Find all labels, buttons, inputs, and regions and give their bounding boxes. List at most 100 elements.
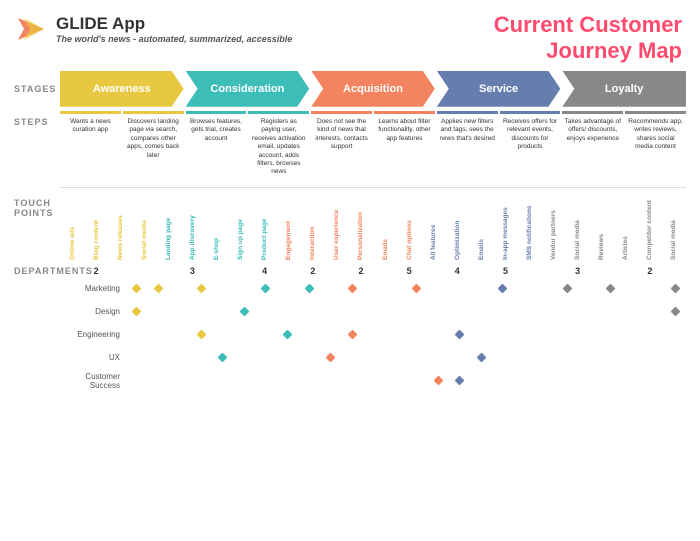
dept-count-20 <box>542 266 566 276</box>
dot-cell-1-10 <box>341 308 363 315</box>
dot-cell-2-22 <box>600 331 622 338</box>
dot-cell-1-16 <box>471 308 493 315</box>
touch-label-20: Vendor partners <box>550 192 557 260</box>
dot-cell-2-23 <box>621 331 643 338</box>
dot-cell-1-1 <box>148 308 170 315</box>
touch-item-4: Landing page <box>156 192 180 260</box>
dot-cell-4-17 <box>492 377 514 384</box>
steps-label: STEPS <box>14 111 60 127</box>
dot-cell-2-8 <box>298 331 320 338</box>
dot-0-0 <box>132 284 142 294</box>
dot-cell-1-6 <box>255 308 277 315</box>
touch-item-14: Chat options <box>397 192 421 260</box>
steps-row: STEPS Wants a news curation appDiscovers… <box>14 111 686 181</box>
touch-label-19: SMS notifications <box>526 192 533 260</box>
dot-cell-2-17 <box>492 331 514 338</box>
touch-item-10: Interaction <box>301 192 325 260</box>
dept-row-4: Customer Success <box>60 370 686 392</box>
touch-label-25: Social media <box>670 192 677 260</box>
dot-cell-0-24 <box>643 285 665 292</box>
dot-cell-3-5 <box>234 354 256 361</box>
dot-cell-4-22 <box>600 377 622 384</box>
touch-item-9: Engagement <box>277 192 301 260</box>
dot-cell-1-25 <box>664 308 686 315</box>
dot-cell-1-11 <box>363 308 385 315</box>
dot-cell-4-2 <box>169 377 191 384</box>
touch-item-21: Social media <box>566 192 590 260</box>
dot-cell-3-23 <box>621 354 643 361</box>
dot-cell-3-20 <box>557 354 579 361</box>
dept-count-7 <box>229 266 253 276</box>
dot-cell-3-24 <box>643 354 665 361</box>
main-content: STAGES AwarenessConsiderationAcquisition… <box>0 71 700 392</box>
dept-count-21: 3 <box>566 266 590 276</box>
dot-cell-0-9 <box>320 285 342 292</box>
dot-cell-4-24 <box>643 377 665 384</box>
dot-cell-0-14 <box>427 285 449 292</box>
dot-0-20 <box>562 284 572 294</box>
stage-service: Service <box>437 71 561 107</box>
dot-0-3 <box>196 284 206 294</box>
dot-cell-2-3 <box>191 331 213 338</box>
dot-cell-2-21 <box>578 331 600 338</box>
dot-cell-4-13 <box>406 377 428 384</box>
dot-cell-4-18 <box>514 377 536 384</box>
dept-count-4 <box>156 266 180 276</box>
steps-cells: Wants a news curation appDiscovers landi… <box>60 111 686 181</box>
step-cell-2: Browses features, gets trial, creates ac… <box>186 111 247 181</box>
dot-cell-3-2 <box>169 354 191 361</box>
dept-count-16: 4 <box>445 266 469 276</box>
dot-cell-1-24 <box>643 308 665 315</box>
touch-item-18: In-app messages <box>493 192 517 260</box>
stage-consideration: Consideration <box>186 71 310 107</box>
dot-cell-0-11 <box>363 285 385 292</box>
dot-cell-4-19 <box>535 377 557 384</box>
dot-cell-4-21 <box>578 377 600 384</box>
touch-label-3: Social media <box>141 192 148 260</box>
dept-name-3: UX <box>60 353 126 362</box>
dot-cell-1-8 <box>298 308 320 315</box>
dot-cell-4-14 <box>427 377 449 384</box>
dot-4-15 <box>455 376 465 386</box>
dot-cell-3-11 <box>363 354 385 361</box>
dot-cell-2-7 <box>277 331 299 338</box>
touch-label-0: Online ads <box>69 192 76 260</box>
dept-count-24: 2 <box>638 266 662 276</box>
dot-cell-0-1 <box>148 285 170 292</box>
touch-label-4: Landing page <box>165 192 172 260</box>
dot-cell-2-9 <box>320 331 342 338</box>
dot-cell-3-16 <box>471 354 493 361</box>
dot-cell-0-22 <box>600 285 622 292</box>
dept-numbers: 2342254532 <box>60 266 686 276</box>
step-cell-6: Applies new filters and tags, sees the n… <box>437 111 498 181</box>
touch-label-8: Product page <box>261 192 268 260</box>
dot-cell-4-6 <box>255 377 277 384</box>
dot-cell-1-22 <box>600 308 622 315</box>
dot-cell-3-4 <box>212 354 234 361</box>
dot-1-0 <box>132 307 142 317</box>
dept-count-23 <box>614 266 638 276</box>
dot-cell-2-1 <box>148 331 170 338</box>
touch-label-13: Emails <box>382 192 389 260</box>
dept-count-11 <box>325 266 349 276</box>
dept-name-2: Engineering <box>60 330 126 339</box>
dot-cell-2-13 <box>406 331 428 338</box>
dept-count-8: 4 <box>253 266 277 276</box>
dot-cell-1-5 <box>234 308 256 315</box>
touch-label-10: Interaction <box>309 192 316 260</box>
dot-4-14 <box>433 376 443 386</box>
dot-cell-3-7 <box>277 354 299 361</box>
dot-cell-1-21 <box>578 308 600 315</box>
dept-count-12: 2 <box>349 266 373 276</box>
touch-item-25: Social media <box>662 192 686 260</box>
dot-2-15 <box>455 330 465 340</box>
logo-subtitle: The world's news - automated, summarized… <box>56 34 292 44</box>
dot-cell-0-2 <box>169 285 191 292</box>
dot-0-6 <box>261 284 271 294</box>
dot-cell-0-6 <box>255 285 277 292</box>
dot-cell-2-2 <box>169 331 191 338</box>
dot-cell-0-19 <box>535 285 557 292</box>
dot-cell-1-3 <box>191 308 213 315</box>
touch-item-7: Sign up page <box>229 192 253 260</box>
logo-title: GLIDE App <box>56 14 292 34</box>
